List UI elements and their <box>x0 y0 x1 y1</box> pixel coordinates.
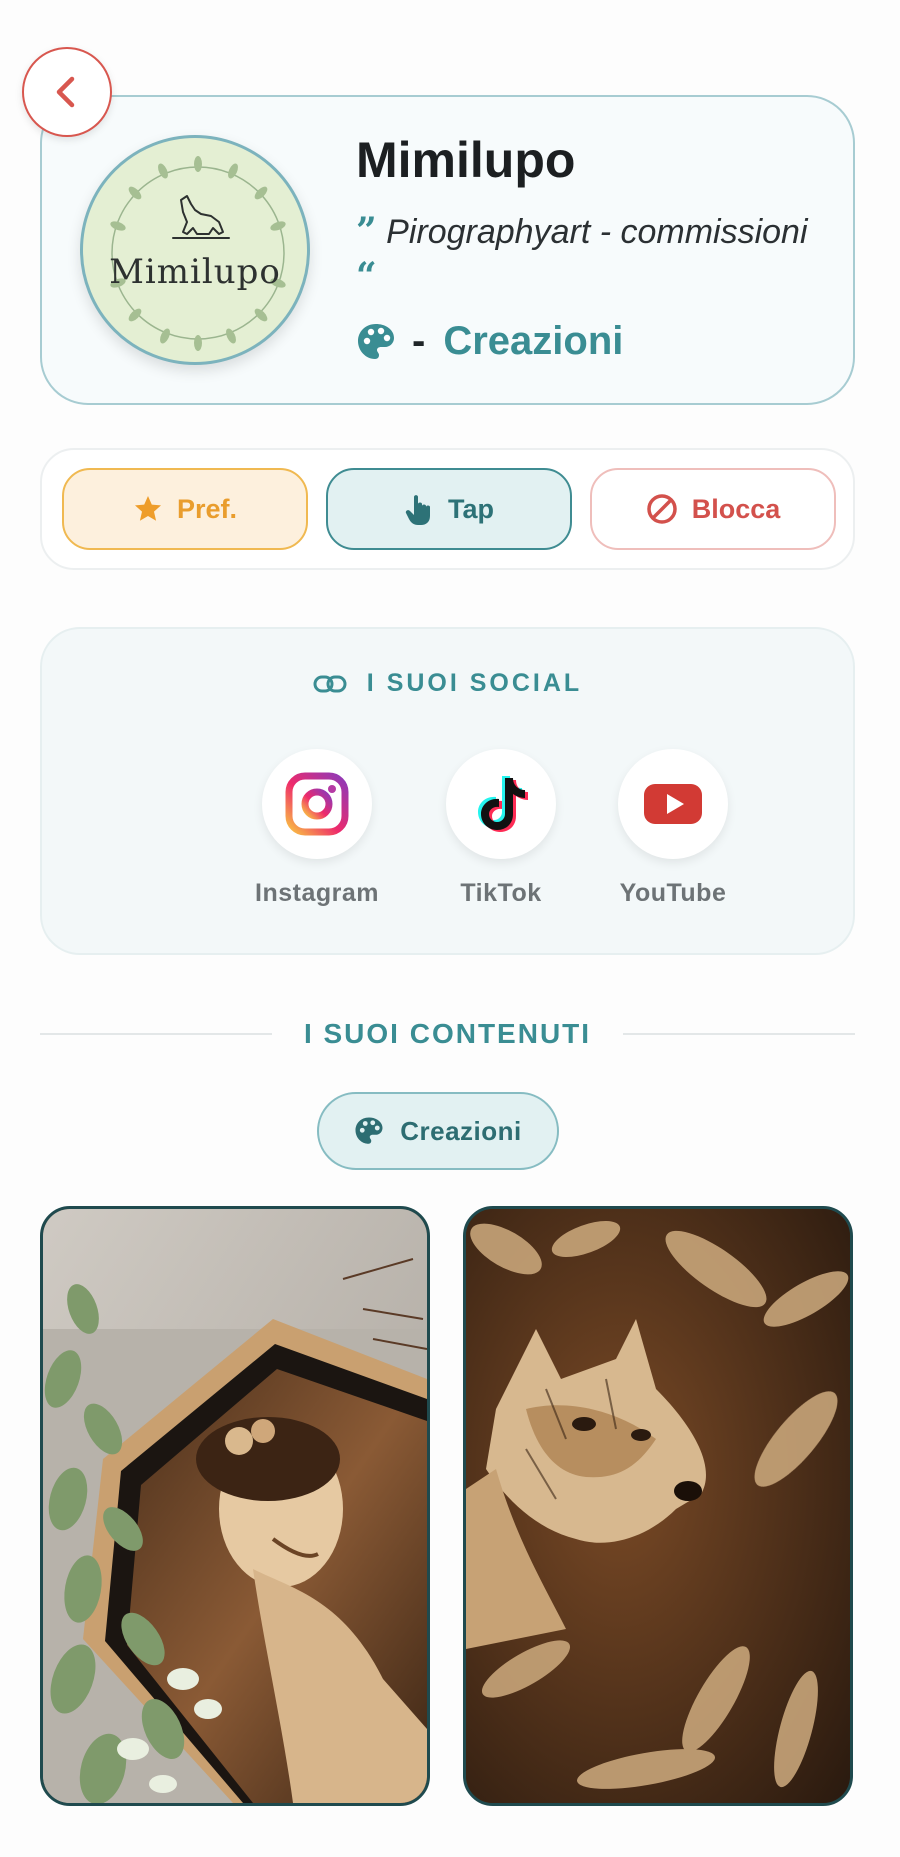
social-heading: I SUOI SOCIAL <box>42 669 853 698</box>
back-button[interactable] <box>22 47 112 137</box>
filter-chip-label: Creazioni <box>400 1115 522 1146</box>
divider <box>623 1033 855 1035</box>
tap-hand-icon <box>405 495 430 525</box>
social-label: TikTok <box>460 879 542 907</box>
contents-heading: I SUOI CONTENUTI <box>40 1018 855 1050</box>
profile-name: Mimilupo <box>356 132 576 188</box>
profile-bio: ” Pirographyart - commissioni “ <box>356 209 826 299</box>
block-button[interactable]: Blocca <box>590 468 836 550</box>
ban-icon <box>646 494 677 524</box>
chevron-left-icon <box>56 76 75 108</box>
tiktok-icon <box>478 776 528 832</box>
quote-close-icon: “ <box>356 255 377 297</box>
avatar-logo-text: Mimilupo <box>109 252 281 292</box>
instagram-icon <box>285 772 349 836</box>
favorite-label: Pref. <box>176 493 238 524</box>
block-label: Blocca <box>691 493 781 524</box>
content-tile[interactable] <box>40 1206 430 1806</box>
tap-label: Tap <box>448 493 494 524</box>
social-link-instagram[interactable]: Instagram <box>227 749 407 908</box>
artwork-image <box>466 1209 850 1803</box>
social-section: I SUOI SOCIAL Instagram TikTok YouTube <box>40 627 855 955</box>
social-label: Instagram <box>255 879 379 907</box>
bio-text: Pirographyart - commissioni <box>386 213 808 251</box>
contents-heading-text: I SUOI CONTENUTI <box>303 1018 592 1049</box>
star-icon <box>134 496 161 521</box>
favorite-button[interactable]: Pref. <box>62 468 308 550</box>
avatar[interactable]: Mimilupo <box>80 135 310 365</box>
divider <box>40 1033 272 1035</box>
artwork-image <box>43 1209 427 1803</box>
social-heading-text: I SUOI SOCIAL <box>366 669 583 697</box>
social-label: YouTube <box>619 879 727 907</box>
profile-category: - Creazioni <box>356 319 623 364</box>
tap-button[interactable]: Tap <box>326 468 572 550</box>
quote-open-icon: ” <box>356 210 377 252</box>
youtube-icon <box>644 784 702 824</box>
social-link-youtube[interactable]: YouTube <box>583 749 763 908</box>
filter-chip-creazioni[interactable]: Creazioni <box>317 1092 559 1170</box>
action-bar: Pref. Tap Blocca <box>40 448 855 570</box>
category-dash: - <box>412 319 426 363</box>
link-icon <box>313 675 347 692</box>
social-link-tiktok[interactable]: TikTok <box>411 749 591 908</box>
profile-card: Mimilupo Mimilupo ” Pirographyart - comm… <box>40 95 855 405</box>
content-tile[interactable] <box>463 1206 853 1806</box>
category-label: Creazioni <box>443 319 624 363</box>
palette-icon <box>358 323 394 359</box>
palette-icon <box>355 1117 383 1144</box>
